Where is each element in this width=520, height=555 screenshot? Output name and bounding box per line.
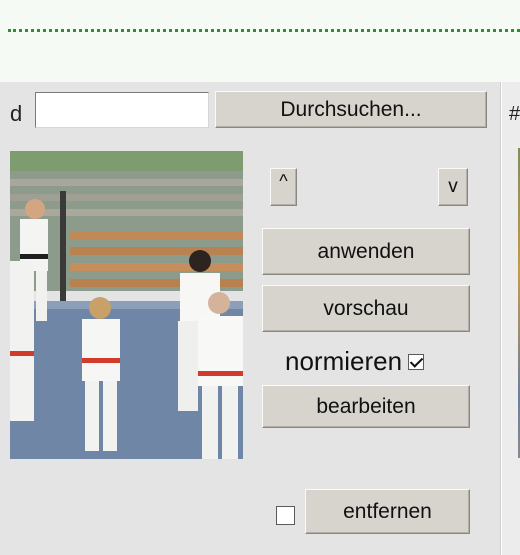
normalize-checkbox[interactable] <box>408 353 425 370</box>
apply-button[interactable]: anwenden <box>262 228 470 275</box>
remove-button[interactable]: entfernen <box>305 489 470 534</box>
browse-button[interactable]: Durchsuchen... <box>215 91 487 128</box>
normalize-label: normieren <box>285 346 403 376</box>
normalize-option: normieren <box>285 346 425 377</box>
dotted-separator <box>8 29 520 32</box>
file-field-label: d <box>10 101 23 126</box>
edit-button[interactable]: bearbeiten <box>262 385 470 428</box>
karateka-5 <box>10 261 34 421</box>
move-down-button[interactable]: v <box>438 168 468 206</box>
photo-thumbnail[interactable] <box>10 151 243 459</box>
file-path-input[interactable] <box>35 92 209 128</box>
remove-checkbox[interactable] <box>276 506 295 525</box>
header-area <box>0 0 520 78</box>
next-panel-label: # <box>509 103 520 125</box>
move-up-button[interactable]: ^ <box>270 168 297 206</box>
preview-button[interactable]: vorschau <box>262 285 470 332</box>
